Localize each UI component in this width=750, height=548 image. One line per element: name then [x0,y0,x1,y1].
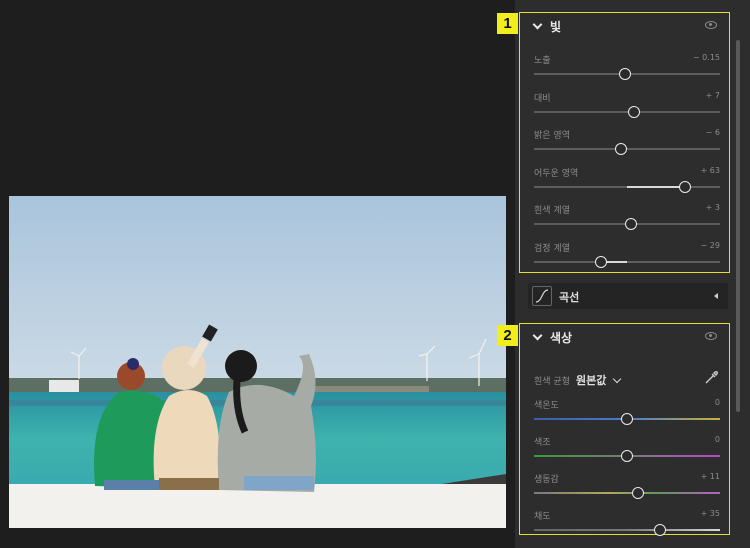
slider-track[interactable] [534,110,720,113]
slider-label: 밝은 영역 [534,131,570,141]
panel-scrollbar[interactable] [736,40,740,412]
slider-label: 생동감 [534,475,559,485]
slider-handle[interactable] [621,413,633,425]
light-slider[interactable]: 어두운 영역 + 63 [534,166,720,202]
slider-handle[interactable] [615,143,628,155]
slider-value[interactable]: + 7 [706,91,720,100]
slider-handle[interactable] [678,180,691,193]
slider-value[interactable]: − 0.15 [693,53,720,62]
white-balance-dropdown[interactable]: 원본값 [576,372,606,388]
color-section: 색상 흰색 균형 원본값 색온도 0 색조 0 생동감 + 11 채도 + 35 [519,323,730,536]
slider-label: 노출 [534,56,551,66]
color-slider[interactable]: 색조 0 [534,435,720,471]
slider-handle[interactable] [621,450,633,462]
slider-value[interactable]: − 29 [701,241,720,250]
chevron-down-icon [532,19,543,30]
slider-handle[interactable] [619,68,632,80]
chevron-down-icon[interactable] [613,374,622,383]
color-slider[interactable]: 채도 + 35 [534,509,720,545]
eyedropper-icon[interactable] [703,370,719,386]
slider-track[interactable] [534,260,720,263]
beach-photo-illustration [9,196,506,528]
curve-label: 곡선 [559,291,580,304]
color-slider[interactable]: 색온도 0 [534,398,720,434]
slider-value[interactable]: + 3 [706,203,720,212]
edited-photo [9,196,506,528]
slider-value[interactable]: + 63 [701,166,720,175]
eye-icon[interactable] [705,21,717,29]
chevron-down-icon [532,330,543,341]
slider-track[interactable] [534,492,720,494]
slider-label: 색온도 [534,401,559,411]
slider-fill [627,185,685,188]
color-section-header[interactable]: 색상 [532,329,573,346]
curve-icon [532,286,552,306]
light-slider[interactable]: 검정 계열 − 29 [534,241,720,277]
slider-handle[interactable] [628,105,641,118]
light-slider[interactable]: 흰색 계열 + 3 [534,203,720,239]
slider-value[interactable]: 0 [715,435,720,444]
slider-value[interactable]: + 35 [701,509,720,518]
chevron-left-icon [714,293,718,299]
light-section-title: 빛 [550,20,562,34]
slider-handle[interactable] [624,218,637,230]
slider-label: 대비 [534,93,551,104]
slider-label: 어두운 영역 [534,168,579,179]
slider-track[interactable] [534,529,720,531]
slider-handle[interactable] [654,524,667,536]
image-canvas [0,0,515,548]
eye-icon[interactable] [705,332,717,340]
light-slider[interactable]: 노출 − 0.15 [534,53,720,89]
callout-badge-2: 2 [497,325,518,346]
slider-label: 색조 [534,438,551,448]
light-slider[interactable]: 밝은 영역 − 6 [534,128,720,164]
light-slider[interactable]: 대비 + 7 [534,91,720,127]
color-slider[interactable]: 생동감 + 11 [534,472,720,508]
slider-handle[interactable] [632,487,645,499]
callout-badge-1: 1 [497,13,518,34]
slider-label: 채도 [534,512,551,522]
color-section-title: 색상 [550,331,573,345]
slider-handle[interactable] [594,255,607,268]
slider-label: 흰색 계열 [534,206,570,216]
curve-row[interactable]: 곡선 [528,283,728,309]
white-balance-label: 흰색 균형 [534,376,570,387]
light-section-header[interactable]: 빛 [532,18,562,35]
white-balance-row: 흰색 균형 원본값 [534,372,622,388]
light-section: 빛 노출 − 0.15 대비 + 7 밝은 영역 − 6 어두운 영역 + 63 흰색 계열 + … [519,12,730,273]
slider-label: 검정 계열 [534,243,570,254]
slider-value[interactable]: 0 [715,398,720,407]
slider-value[interactable]: − 6 [706,128,720,137]
slider-value[interactable]: + 11 [701,472,720,481]
